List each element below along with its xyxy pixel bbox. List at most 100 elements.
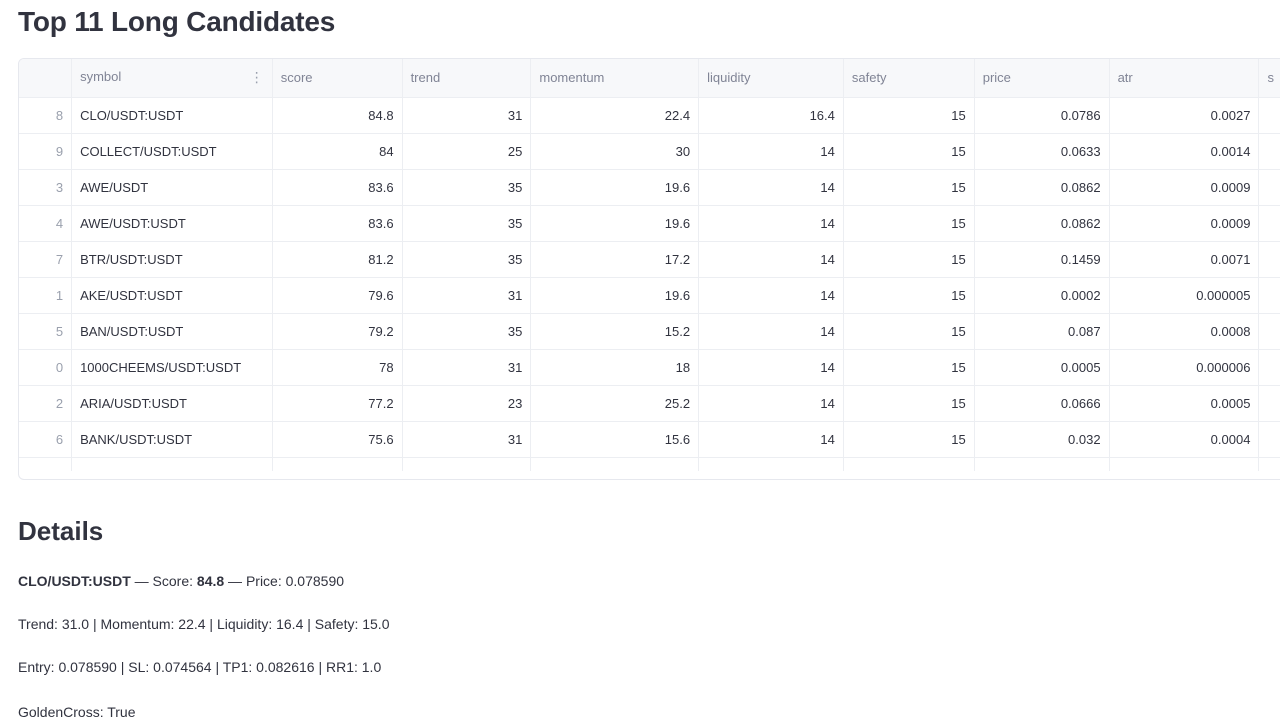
table-cell[interactable]: 15 — [843, 349, 975, 386]
table-cell[interactable]: 15 — [843, 97, 975, 134]
table-row[interactable]: 0 1000CHEEMS/USDT:USDT 78 31 18 14 15 0.0005 0.0… — [19, 349, 1280, 386]
column-header-safety[interactable]: safety — [843, 59, 975, 98]
column-header-momentum[interactable]: momentum — [530, 59, 700, 98]
table-cell[interactable]: 14 — [698, 385, 844, 422]
column-header-trend[interactable]: trend — [402, 59, 532, 98]
table-cell[interactable]: 35 — [402, 169, 532, 206]
table-cell[interactable]: 19.6 — [530, 169, 700, 206]
table-cell[interactable]: 75.6 — [272, 421, 403, 458]
table-cell[interactable]: 0.0862 — [974, 169, 1110, 206]
table-cell[interactable]: BANK/USDT:USDT — [71, 421, 273, 458]
column-header-atr[interactable]: atr — [1109, 59, 1260, 98]
table-cell[interactable]: 14 — [698, 241, 844, 278]
table-cell[interactable]: 15 — [843, 205, 975, 242]
table-cell[interactable]: 16.4 — [698, 97, 844, 134]
table-cell[interactable]: 83.6 — [272, 205, 403, 242]
table-cell[interactable]: ARIA/USDT:USDT — [71, 385, 273, 422]
table-cell[interactable] — [1258, 421, 1280, 458]
table-cell[interactable]: 15 — [843, 169, 975, 206]
table-cell[interactable] — [1258, 133, 1280, 170]
column-header-s[interactable]: s — [1258, 59, 1280, 98]
table-cell[interactable]: 19.6 — [530, 205, 700, 242]
table-cell[interactable]: 0.087 — [974, 313, 1110, 350]
table-cell[interactable]: 0.0786 — [974, 97, 1110, 134]
table-row[interactable]: 9 COLLECT/USDT:USDT 84 25 30 14 15 0.0633 0.0014 — [19, 133, 1280, 170]
table-cell[interactable]: 14 — [698, 277, 844, 314]
table-cell[interactable]: 0.0005 — [974, 349, 1110, 386]
table-cell[interactable]: 22.4 — [530, 97, 700, 134]
table-cell[interactable]: 1000CHEEMS/USDT:USDT — [71, 349, 273, 386]
table-cell[interactable]: 15 — [843, 277, 975, 314]
table-cell[interactable] — [1258, 97, 1280, 134]
table-cell[interactable]: 84 — [272, 133, 403, 170]
table-cell[interactable]: 0.0027 — [1109, 97, 1260, 134]
table-cell[interactable]: 15 — [843, 133, 975, 170]
table-cell[interactable]: COLLECT/USDT:USDT — [71, 133, 273, 170]
table-cell[interactable]: 14 — [698, 133, 844, 170]
table-row[interactable]: 4 AWE/USDT:USDT 83.6 35 19.6 14 15 0.0862 0.0009 — [19, 205, 1280, 242]
table-cell[interactable]: 14 — [698, 421, 844, 458]
table-cell[interactable]: 15 — [843, 241, 975, 278]
table-cell[interactable]: 25.2 — [530, 385, 700, 422]
column-header-price[interactable]: price — [974, 59, 1110, 98]
table-cell[interactable]: 31 — [402, 97, 532, 134]
table-cell[interactable]: 25 — [402, 133, 532, 170]
table-row[interactable]: 3 AWE/USDT 83.6 35 19.6 14 15 0.0862 0.0009 — [19, 169, 1280, 206]
table-cell[interactable]: 84.8 — [272, 97, 403, 134]
table-cell[interactable]: 0.0002 — [974, 277, 1110, 314]
table-cell[interactable]: 0.0633 — [974, 133, 1110, 170]
table-cell[interactable]: 35 — [402, 241, 532, 278]
table-cell[interactable]: 0.0862 — [974, 205, 1110, 242]
column-header-liquidity[interactable]: liquidity — [698, 59, 844, 98]
table-cell[interactable]: 15 — [843, 421, 975, 458]
table-cell[interactable]: 0.000006 — [1109, 349, 1260, 386]
more-vertical-icon[interactable]: ⋮ — [250, 69, 264, 86]
table-cell[interactable]: 0.1459 — [974, 241, 1110, 278]
table-cell[interactable]: 31 — [402, 277, 532, 314]
table-cell[interactable]: AWE/USDT — [71, 169, 273, 206]
table-cell[interactable] — [1258, 385, 1280, 422]
table-cell[interactable]: 14 — [698, 313, 844, 350]
table-cell[interactable]: 0.0005 — [1109, 385, 1260, 422]
table-cell[interactable]: 35 — [402, 205, 532, 242]
table-cell[interactable]: 0.0666 — [974, 385, 1110, 422]
table-row[interactable]: 7 BTR/USDT:USDT 81.2 35 17.2 14 15 0.1459 0.0071 — [19, 241, 1280, 278]
table-cell[interactable]: 23 — [402, 385, 532, 422]
table-cell[interactable]: 0.0014 — [1109, 133, 1260, 170]
table-cell[interactable]: 15 — [843, 385, 975, 422]
table-cell[interactable]: 0.0004 — [1109, 421, 1260, 458]
table-cell[interactable] — [1258, 277, 1280, 314]
table-cell[interactable]: 31 — [402, 349, 532, 386]
table-row[interactable]: 8 CLO/USDT:USDT 84.8 31 22.4 16.4 15 0.0786 0.00… — [19, 97, 1280, 134]
table-row[interactable]: 6 BANK/USDT:USDT 75.6 31 15.6 14 15 0.032 0.0004 — [19, 421, 1280, 458]
table-cell[interactable]: 81.2 — [272, 241, 403, 278]
table-cell[interactable]: 14 — [698, 205, 844, 242]
table-cell[interactable]: 83.6 — [272, 169, 403, 206]
table-cell[interactable]: 15.6 — [530, 421, 700, 458]
table-cell[interactable]: 0.000005 — [1109, 277, 1260, 314]
column-header-symbol[interactable]: symbol ⋮ — [71, 59, 273, 98]
table-cell[interactable]: AKE/USDT:USDT — [71, 277, 273, 314]
table-cell[interactable]: 17.2 — [530, 241, 700, 278]
table-cell[interactable]: 79.6 — [272, 277, 403, 314]
table-cell[interactable]: 18 — [530, 349, 700, 386]
table-cell[interactable] — [1258, 241, 1280, 278]
table-cell[interactable]: 35 — [402, 313, 532, 350]
table-cell[interactable]: BTR/USDT:USDT — [71, 241, 273, 278]
table-cell[interactable] — [1258, 169, 1280, 206]
table-cell[interactable]: 15 — [843, 313, 975, 350]
table-cell[interactable]: 0.032 — [974, 421, 1110, 458]
table-cell[interactable] — [1258, 205, 1280, 242]
candidates-table[interactable]: symbol ⋮ score trend momentum liquidity s… — [18, 58, 1280, 480]
table-cell[interactable]: 0.0009 — [1109, 205, 1260, 242]
table-cell[interactable] — [1258, 349, 1280, 386]
table-cell[interactable]: CLO/USDT:USDT — [71, 97, 273, 134]
table-cell[interactable]: 0.0009 — [1109, 169, 1260, 206]
table-cell[interactable]: BAN/USDT:USDT — [71, 313, 273, 350]
table-cell[interactable]: 14 — [698, 349, 844, 386]
table-row[interactable]: 1 AKE/USDT:USDT 79.6 31 19.6 14 15 0.0002 0.0000… — [19, 277, 1280, 314]
table-cell[interactable]: 0.0071 — [1109, 241, 1260, 278]
table-row[interactable]: 2 ARIA/USDT:USDT 77.2 23 25.2 14 15 0.0666 0.000… — [19, 385, 1280, 422]
table-cell[interactable]: 31 — [402, 421, 532, 458]
table-cell[interactable]: 19.6 — [530, 277, 700, 314]
